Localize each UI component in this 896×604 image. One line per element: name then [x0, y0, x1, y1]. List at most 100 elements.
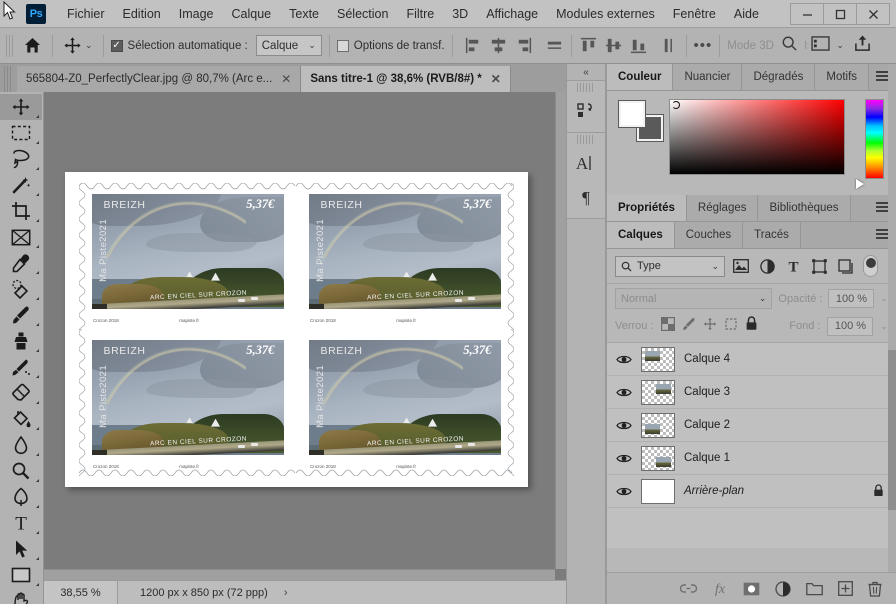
layer-name[interactable]: Calque 3: [684, 386, 730, 398]
foreground-color-swatch[interactable]: [618, 100, 646, 128]
menu-calque[interactable]: Calque: [223, 3, 281, 25]
more-options-button[interactable]: •••: [694, 38, 713, 53]
zoom-level-field[interactable]: 38,55 %: [44, 581, 118, 604]
tool-rectangular-marquee[interactable]: [0, 120, 42, 146]
hue-slider-pointer[interactable]: [856, 179, 864, 189]
panel-grip[interactable]: [577, 135, 595, 144]
adjustment-filter-icon[interactable]: [757, 256, 777, 276]
tool-path-selection[interactable]: [0, 536, 42, 562]
close-icon[interactable]: ✕: [491, 72, 501, 86]
menu-texte[interactable]: Texte: [280, 3, 328, 25]
type-filter-icon[interactable]: T: [783, 256, 803, 276]
menu-3d[interactable]: 3D: [443, 3, 477, 25]
new-layer-icon[interactable]: [838, 581, 853, 596]
tool-move[interactable]: [0, 94, 42, 120]
tool-frame[interactable]: [0, 224, 42, 250]
home-icon[interactable]: [19, 33, 45, 59]
layer-visibility-toggle[interactable]: [607, 420, 641, 431]
chevron-down-icon[interactable]: ⌄: [85, 40, 93, 51]
blend-mode-dropdown[interactable]: Normal ⌄: [615, 288, 773, 309]
actions-icon[interactable]: [567, 94, 605, 128]
lock-position-icon[interactable]: [703, 317, 717, 336]
layer-thumbnail[interactable]: [641, 346, 675, 372]
tool-eyedropper[interactable]: [0, 250, 42, 276]
maximize-button[interactable]: [823, 3, 857, 25]
filter-enable-toggle[interactable]: [863, 255, 878, 277]
menu-fichier[interactable]: Fichier: [58, 3, 114, 25]
delete-layer-icon[interactable]: [868, 581, 882, 597]
tool-history-brush[interactable]: [0, 354, 42, 380]
tab-reglages[interactable]: Réglages: [686, 195, 759, 221]
share-icon[interactable]: [854, 34, 871, 57]
align-bottom-icon[interactable]: [629, 36, 648, 55]
tool-hand[interactable]: [0, 588, 42, 604]
tool-eraser[interactable]: [0, 380, 42, 406]
panel-grip[interactable]: [577, 83, 595, 92]
actions-panel-button[interactable]: [567, 80, 605, 132]
menu-fenetre[interactable]: Fenêtre: [664, 3, 725, 25]
layers-panel-scrollbar[interactable]: [888, 64, 896, 604]
chevron-down-icon[interactable]: ⌄: [880, 293, 888, 304]
lock-all-icon[interactable]: [745, 316, 758, 336]
status-expand-arrow-icon[interactable]: ›: [284, 587, 288, 599]
tab-degrades[interactable]: Dégradés: [742, 64, 816, 90]
tool-brush[interactable]: [0, 302, 42, 328]
tab-motifs[interactable]: Motifs: [815, 64, 870, 90]
layer-thumbnail[interactable]: [641, 379, 675, 405]
search-icon[interactable]: [781, 35, 798, 57]
close-icon[interactable]: ✕: [281, 72, 291, 86]
opacity-field[interactable]: 100 %: [828, 289, 875, 308]
tool-paint-bucket[interactable]: [0, 406, 42, 432]
layer-visibility-toggle[interactable]: [607, 354, 641, 365]
auto-select-scope-dropdown[interactable]: Calque ⌄: [255, 35, 322, 56]
layer-thumbnail[interactable]: [641, 412, 675, 438]
character-icon[interactable]: A: [567, 146, 605, 180]
tool-clone-stamp[interactable]: [0, 328, 42, 354]
workspace-icon[interactable]: [811, 35, 830, 56]
layer-thumbnail[interactable]: [641, 445, 675, 471]
menu-aide[interactable]: Aide: [725, 3, 768, 25]
distribute-v-icon[interactable]: [660, 36, 679, 55]
smart-object-filter-icon[interactable]: [835, 256, 855, 276]
layer-row-calque-4[interactable]: Calque 4: [607, 343, 896, 376]
hue-slider[interactable]: [865, 99, 884, 179]
options-bar-grip[interactable]: [6, 34, 15, 57]
transform-options-checkbox[interactable]: [336, 39, 349, 52]
tab-bibliotheques[interactable]: Bibliothèques: [758, 195, 851, 221]
tool-crop[interactable]: [0, 198, 42, 224]
minimize-button[interactable]: [790, 3, 824, 25]
tab-traces[interactable]: Tracés: [743, 222, 801, 248]
tool-rectangle[interactable]: [0, 562, 42, 588]
layer-thumbnail[interactable]: [641, 478, 675, 504]
menu-selection[interactable]: Sélection: [328, 3, 397, 25]
distribute-h-icon[interactable]: [545, 36, 564, 55]
lock-transparent-pixels-icon[interactable]: [660, 316, 675, 336]
layer-name[interactable]: Calque 2: [684, 419, 730, 431]
align-left-icon[interactable]: [464, 36, 483, 55]
document-tab-sans-titre-1[interactable]: Sans titre-1 @ 38,6% (RVB/8#) * ✕: [301, 66, 511, 92]
canvas-area[interactable]: BREIZH 5,37€ Ma Piste2021 ARC EN CIEL SU…: [44, 92, 566, 580]
layer-name[interactable]: Calque 1: [684, 452, 730, 464]
layer-visibility-toggle[interactable]: [607, 387, 641, 398]
tool-blur[interactable]: [0, 432, 42, 458]
layer-visibility-toggle[interactable]: [607, 453, 641, 464]
new-group-icon[interactable]: [806, 582, 823, 596]
shape-filter-icon[interactable]: [809, 256, 829, 276]
lock-image-pixels-icon[interactable]: [682, 317, 696, 336]
character-paragraph-panel-button[interactable]: A ¶: [567, 132, 605, 218]
scrollbar-thumb[interactable]: [888, 350, 896, 510]
close-button[interactable]: [856, 3, 890, 25]
color-spectrum-field[interactable]: [669, 99, 845, 175]
menu-modules-externes[interactable]: Modules externes: [547, 3, 664, 25]
layer-name[interactable]: Calque 4: [684, 353, 730, 365]
tool-dodge[interactable]: [0, 458, 42, 484]
tab-bar-grip[interactable]: [4, 66, 13, 92]
tool-magic-wand[interactable]: [0, 172, 42, 198]
fill-field[interactable]: 100 %: [827, 316, 874, 336]
tab-couleur[interactable]: Couleur: [607, 64, 674, 90]
document-canvas[interactable]: BREIZH 5,37€ Ma Piste2021 ARC EN CIEL SU…: [65, 172, 528, 487]
chevron-down-icon[interactable]: ⌄: [880, 321, 888, 332]
current-tool-preset[interactable]: ⌄: [60, 36, 96, 55]
chevron-double-left-icon[interactable]: «: [567, 64, 605, 80]
menu-image[interactable]: Image: [170, 3, 223, 25]
